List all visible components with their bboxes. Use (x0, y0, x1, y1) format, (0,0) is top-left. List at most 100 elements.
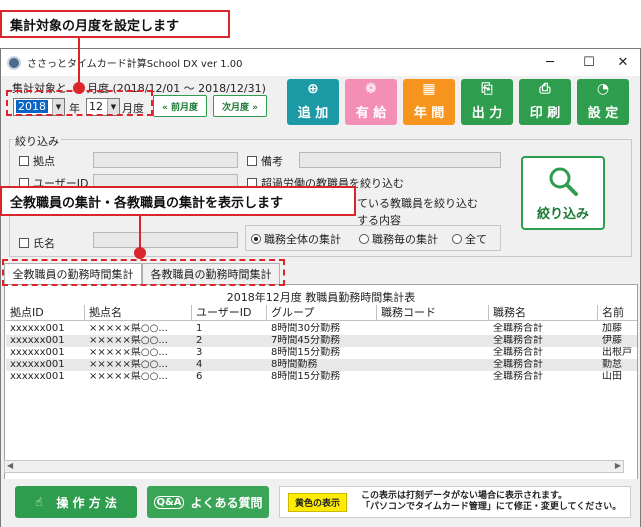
cell: 出根戸 (602, 347, 632, 358)
scroll-left-icon[interactable]: ◀ (7, 461, 13, 470)
howto-button[interactable]: ☝ 操 作 方 法 (15, 486, 137, 518)
cell: 3 (196, 347, 203, 358)
cell: 全職務合計 (493, 335, 543, 346)
table-title: 2018年12月度 教職員勤務時間集計表 (226, 291, 416, 304)
col-header[interactable]: 名前 (598, 305, 637, 321)
annual-label: 年 間 (413, 106, 445, 121)
name-field[interactable] (93, 232, 238, 248)
next-month-button[interactable]: 次月度 » (213, 95, 267, 117)
cell: 4 (196, 359, 203, 370)
note-field[interactable] (299, 152, 501, 168)
name-checkbox[interactable]: 氏名 (19, 235, 55, 251)
export-icon: ⎘ (481, 81, 493, 97)
col-header[interactable]: 職務コード (377, 305, 489, 321)
cell: 7時間45分勤務 (271, 335, 341, 346)
radio-all[interactable]: 職務全体の集計 (251, 231, 341, 247)
summary-table: 2018年12月度 教職員勤務時間集計表 拠点ID 拠点名 ユーザーID グルー… (4, 284, 638, 507)
faq-label: よくある質問 (190, 495, 263, 510)
cell: xxxxxx001 (10, 347, 65, 358)
callout-period-line (78, 38, 80, 88)
site-field[interactable] (93, 152, 238, 168)
yellow-label: 黄色の表示 (288, 492, 348, 512)
radio-all-label: 職務全体の集計 (264, 233, 341, 246)
bottom-bar: ☝ 操 作 方 法 Q&A よくある質問 黄色の表示 この表示は打刻データがない… (1, 479, 640, 527)
add-button[interactable]: ⊕ 追 加 (287, 79, 339, 125)
radio-total[interactable]: 全て (452, 231, 487, 247)
col-header[interactable]: 職務名 (489, 305, 598, 321)
cell: 全職務合計 (493, 371, 543, 382)
checkbox-box (247, 156, 257, 166)
site-label: 拠点 (33, 155, 55, 168)
print-icon: ⎙ (539, 81, 551, 97)
table-row[interactable]: xxxxxx001 ×××××県○○... 2 7時間45分勤務 全職務合計 伊… (6, 335, 637, 347)
col-header[interactable]: ユーザーID (192, 305, 267, 321)
cell (377, 335, 489, 347)
radio-total-label: 全て (465, 233, 487, 246)
radio-dot (251, 234, 261, 244)
col-header[interactable]: 拠点名 (85, 305, 192, 321)
note-line-1: この表示は打刻データがない場合に表示されます。 (361, 491, 568, 501)
settings-label: 設 定 (587, 106, 619, 121)
howto-label: 操 作 方 法 (56, 495, 117, 510)
filter-button-label: 絞り込み (536, 206, 589, 222)
checkbox-box (19, 238, 29, 248)
print-button[interactable]: ⎙ 印 刷 (519, 79, 571, 125)
cell: 8時間15分勤務 (271, 347, 341, 358)
maximize-button[interactable]: ☐ (571, 49, 607, 76)
radio-each[interactable]: 職務毎の集計 (359, 231, 438, 247)
cell: 伊藤 (602, 335, 622, 346)
horizontal-scrollbar[interactable]: ◀ ▶ (4, 460, 624, 473)
yellow-note: 黄色の表示 この表示は打刻データがない場合に表示されます。 「パソコンでタイムカ… (279, 486, 631, 518)
filter-button[interactable]: 絞り込み (521, 156, 605, 230)
filter-title: 絞り込み (13, 133, 61, 149)
scroll-right-icon[interactable]: ▶ (615, 461, 621, 470)
cell: xxxxxx001 (10, 323, 65, 334)
cell: ×××××県○○... (89, 323, 168, 334)
titlebar: ささっとタイムカード計算School DX ver 1.00 ─ ☐ ✕ (1, 49, 640, 76)
cell: xxxxxx001 (10, 359, 65, 370)
cell (377, 347, 489, 359)
calendar-icon: ▦ (422, 81, 436, 97)
cell (377, 323, 489, 335)
name-label: 氏名 (33, 237, 55, 250)
site-checkbox[interactable]: 拠点 (19, 153, 55, 169)
cell: 8時間勤務 (271, 359, 318, 370)
table-row[interactable]: xxxxxx001 ×××××県○○... 4 8時間勤務 全職務合計 勤怠 (6, 359, 637, 371)
callout-period-text: 集計対象の月度を設定します (10, 18, 180, 34)
app-icon (7, 55, 21, 70)
export-label: 出 力 (471, 106, 503, 121)
callout-tabs: 全教職員の集計・各教職員の集計を表示します (0, 186, 356, 216)
cell: 8時間30分勤務 (271, 323, 341, 334)
table-header: 拠点ID 拠点名 ユーザーID グループ 職務コード 職務名 名前 (6, 305, 637, 321)
export-button[interactable]: ⎘ 出 力 (461, 79, 513, 125)
cell (377, 359, 489, 371)
prev-month-button[interactable]: « 前月度 (153, 95, 207, 117)
paid-leave-icon: ❁ (365, 81, 377, 97)
col-header[interactable]: グループ (267, 305, 377, 321)
settings-button[interactable]: ◔ 設 定 (577, 79, 629, 125)
table-row[interactable]: xxxxxx001 ×××××県○○... 3 8時間15分勤務 全職務合計 出… (6, 347, 637, 359)
callout-period-dot (73, 82, 85, 94)
note-label: 備考 (261, 155, 283, 168)
table-row[interactable]: xxxxxx001 ×××××県○○... 1 8時間30分勤務 全職務合計 加… (6, 323, 637, 335)
minimize-button[interactable]: ─ (532, 49, 568, 76)
table-row[interactable]: xxxxxx001 ×××××県○○... 6 8時間15分勤務 全職務合計 山… (6, 371, 637, 383)
col-header[interactable]: 拠点ID (6, 305, 85, 321)
callout-period: 集計対象の月度を設定します (0, 10, 230, 38)
window-title: ささっとタイムカード計算School DX ver 1.00 (27, 59, 243, 70)
annual-button[interactable]: ▦ 年 間 (403, 79, 455, 125)
paid-leave-button[interactable]: ❁ 有 給 (345, 79, 397, 125)
search-icon (549, 167, 578, 196)
radio-dot (452, 234, 462, 244)
radio-each-label: 職務毎の集計 (372, 233, 438, 246)
close-button[interactable]: ✕ (605, 49, 641, 76)
faq-button[interactable]: Q&A よくある質問 (147, 486, 269, 518)
cell: ×××××県○○... (89, 347, 168, 358)
cell: 6 (196, 371, 203, 382)
settings-icon: ◔ (596, 81, 610, 97)
note-checkbox[interactable]: 備考 (247, 153, 283, 169)
print-label: 印 刷 (529, 106, 561, 121)
cell: xxxxxx001 (10, 335, 65, 346)
checkbox-box (19, 156, 29, 166)
cell: 全職務合計 (493, 359, 543, 370)
